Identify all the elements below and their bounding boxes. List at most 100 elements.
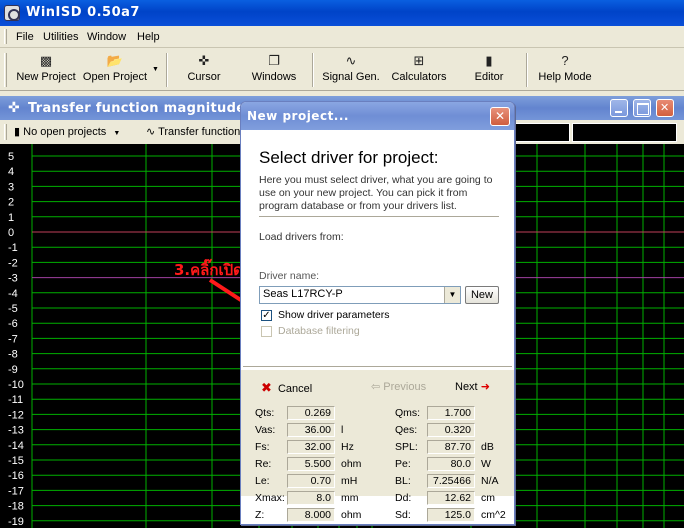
- main-title-bar: WinISD 0.50a7: [0, 0, 684, 26]
- db-filtering-checkbox[interactable]: [261, 326, 272, 337]
- param-unit: W: [481, 458, 491, 470]
- app-title: WinISD 0.50a7: [26, 5, 140, 20]
- param-value: 7.25466: [427, 474, 475, 488]
- plot-y-tick-label: 2: [8, 197, 14, 209]
- previous-button[interactable]: ⇦ Previous: [371, 380, 426, 393]
- new-driver-button[interactable]: New: [465, 286, 499, 304]
- param-label: Re:: [255, 458, 272, 470]
- toolbar-separator: [526, 53, 528, 87]
- param-unit: N/A: [481, 475, 499, 487]
- plot-y-tick-label: 4: [8, 166, 14, 178]
- transfer-function-button[interactable]: ∿ Transfer function: [146, 125, 240, 138]
- param-value: 0.269: [287, 406, 335, 420]
- plot-y-tick-label: -2: [8, 257, 18, 269]
- menu-help[interactable]: Help: [137, 31, 160, 43]
- param-row-right: Sd: 125.0 cm^2: [395, 508, 515, 522]
- arrow-right-icon: ➜: [480, 381, 490, 393]
- editor-button[interactable]: ▮ Editor: [468, 51, 510, 89]
- param-label: Vas:: [255, 424, 276, 436]
- param-value: 8.0: [287, 491, 335, 505]
- plot-y-tick-label: 1: [8, 212, 14, 224]
- calculator-icon: ⊞: [413, 53, 425, 68]
- param-row-right: Qms: 1.700: [395, 406, 515, 420]
- readout-box: [572, 123, 677, 142]
- cancel-x-icon: ✖: [261, 380, 272, 395]
- param-unit: cm^2: [481, 509, 506, 521]
- param-row-left: Z: 8.000 ohm: [255, 508, 375, 522]
- param-value: 80.0: [427, 457, 475, 471]
- child-window-title: Transfer function magnitude: [28, 101, 246, 116]
- chevron-down-icon[interactable]: ▼: [444, 287, 460, 303]
- plot-y-tick-label: -13: [8, 425, 24, 437]
- app-icon[interactable]: [4, 5, 20, 21]
- plot-y-tick-label: -7: [8, 333, 18, 345]
- child-minimize-button[interactable]: [610, 99, 628, 117]
- menu-file[interactable]: File: [16, 31, 34, 43]
- chevron-down-icon: ▼: [113, 130, 121, 137]
- db-filtering-label[interactable]: Database filtering: [278, 325, 360, 337]
- dialog-close-button[interactable]: ✕: [490, 107, 510, 126]
- param-label: Le:: [255, 475, 270, 487]
- child-close-button[interactable]: [656, 99, 674, 117]
- param-label: Qms:: [395, 407, 421, 419]
- plot-y-tick-label: -9: [8, 364, 18, 376]
- project-combo[interactable]: ▮ No open projects ▼: [14, 125, 120, 138]
- plot-y-tick-label: -1: [8, 242, 18, 254]
- calculators-button[interactable]: ⊞ Calculators: [388, 51, 450, 89]
- show-params-checkbox[interactable]: ✓: [261, 310, 272, 321]
- param-label: BL:: [395, 475, 411, 487]
- cursor-crosshair-icon: ✜: [198, 53, 210, 68]
- param-value: 12.62: [427, 491, 475, 505]
- child-maximize-button[interactable]: [633, 99, 651, 117]
- menu-utilities[interactable]: Utilities: [43, 31, 78, 43]
- param-label: Qts:: [255, 407, 275, 419]
- param-label: Qes:: [395, 424, 418, 436]
- plot-y-tick-label: 3: [8, 181, 14, 193]
- param-value: 1.700: [427, 406, 475, 420]
- next-button[interactable]: Next ➜: [455, 380, 490, 393]
- param-unit: mm: [341, 492, 359, 504]
- param-row-left: Vas: 36.00 l: [255, 423, 375, 437]
- param-label: Z:: [255, 509, 265, 521]
- param-row-right: BL: 7.25466 N/A: [395, 474, 515, 488]
- param-unit: Hz: [341, 441, 354, 453]
- plot-y-tick-label: -19: [8, 516, 24, 528]
- menu-window[interactable]: Window: [87, 31, 126, 43]
- plot-y-tick-label: -5: [8, 303, 18, 315]
- open-project-button[interactable]: 📂 Open Project: [82, 51, 148, 89]
- toolbar-grip[interactable]: [4, 53, 7, 87]
- plot-y-tick-label: -17: [8, 485, 24, 497]
- dialog-title: New project...: [247, 109, 349, 123]
- param-row-left: Re: 5.500 ohm: [255, 457, 375, 471]
- plot-y-tick-label: -11: [8, 394, 23, 406]
- plot-y-tick-label: -10: [8, 379, 24, 391]
- cancel-button[interactable]: ✖ Cancel: [261, 380, 312, 396]
- cursor-button[interactable]: ✜ Cursor: [180, 51, 228, 89]
- dialog-title-bar[interactable]: New project... ✕: [241, 102, 514, 130]
- new-project-button[interactable]: ▩ New Project: [14, 51, 78, 89]
- param-row-left: Le: 0.70 mH: [255, 474, 375, 488]
- plot-y-tick-label: 0: [8, 227, 14, 239]
- param-label: Fs:: [255, 441, 270, 453]
- plot-y-tick-label: -4: [8, 288, 18, 300]
- param-row-right: Qes: 0.320: [395, 423, 515, 437]
- child-toolbar-grip[interactable]: [4, 124, 7, 140]
- dialog-footer: ✖ Cancel ⇦ Previous Next ➜ Qts: 0.269 Vas:…: [241, 370, 515, 522]
- open-project-dropdown-icon[interactable]: ▼: [152, 66, 159, 73]
- readout-box: [514, 123, 570, 142]
- signal-gen-button[interactable]: ∿ Signal Gen.: [320, 51, 382, 89]
- param-value: 32.00: [287, 440, 335, 454]
- param-label: Pe:: [395, 458, 411, 470]
- show-params-label[interactable]: Show driver parameters: [278, 309, 389, 321]
- windows-button[interactable]: ❐ Windows: [246, 51, 302, 89]
- plot-y-tick-label: -12: [8, 409, 24, 421]
- param-value: 8.000: [287, 508, 335, 522]
- plot-y-tick-label: -3: [8, 273, 18, 285]
- dialog-body: Select driver for project: Here you must…: [241, 130, 514, 524]
- plot-y-tick-label: -16: [8, 470, 24, 482]
- help-mode-button[interactable]: ? Help Mode: [536, 51, 594, 89]
- driver-name-select[interactable]: Seas L17RCY-P ▼: [259, 286, 461, 304]
- new-file-icon: ▩: [39, 53, 53, 68]
- plot-y-tick-label: -15: [8, 455, 24, 467]
- menubar-grip[interactable]: [4, 29, 7, 44]
